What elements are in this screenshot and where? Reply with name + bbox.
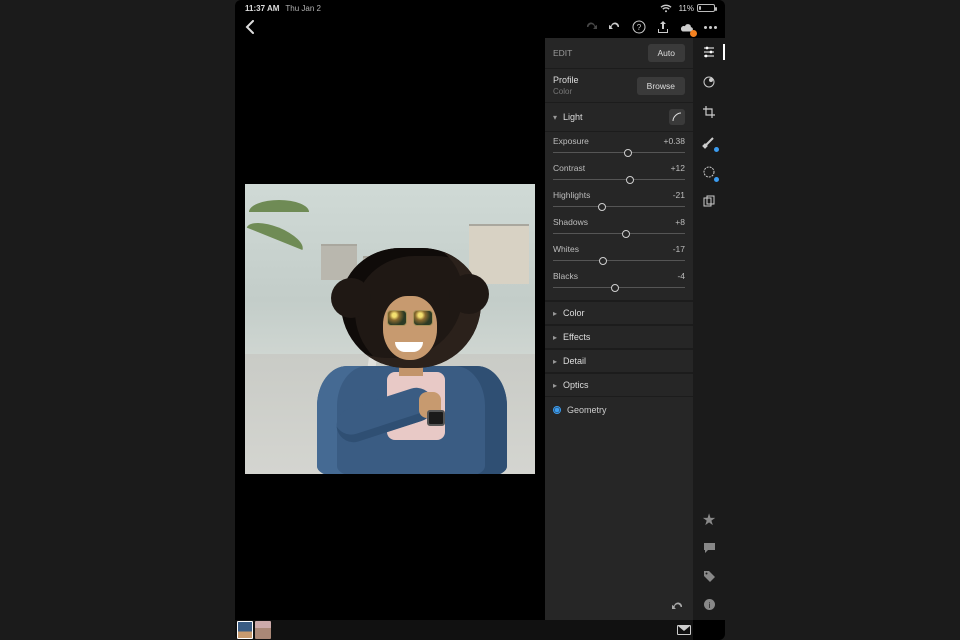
slider-value: -4 [677, 271, 685, 281]
chevron-down-icon: ▾ [553, 113, 557, 122]
slider-thumb[interactable] [611, 284, 619, 292]
undo-button[interactable] [608, 20, 622, 34]
back-button[interactable] [243, 20, 257, 34]
more-button[interactable] [704, 26, 717, 29]
workspace: EDIT Auto Profile Color Browse ▾ Light E… [235, 38, 693, 620]
filmstrip[interactable] [235, 620, 693, 640]
crop-tool[interactable] [701, 104, 717, 120]
chevron-right-icon: ▸ [553, 333, 557, 342]
edit-tool[interactable] [701, 44, 717, 60]
status-bar: 11:37 AM Thu Jan 2 11% [235, 0, 725, 16]
light-sliders: Exposure +0.38 Contrast +12 Highlights -21 Sha… [545, 132, 693, 301]
photo-canvas[interactable] [235, 38, 545, 620]
tool-rail: ★ i [693, 38, 725, 620]
edit-header-row: EDIT Auto [545, 38, 693, 69]
battery-fill [699, 6, 701, 10]
slider-label: Blacks [553, 271, 578, 281]
svg-text:?: ? [637, 23, 642, 32]
slider-highlights[interactable]: Highlights -21 [553, 190, 685, 211]
slider-value: +8 [675, 217, 685, 227]
slider-track[interactable] [553, 149, 685, 157]
panel-footer [545, 594, 693, 620]
slider-track[interactable] [553, 203, 685, 211]
reset-button[interactable] [671, 600, 685, 614]
rating-button[interactable]: ★ [701, 512, 717, 528]
slider-label: Highlights [553, 190, 590, 200]
status-time: 11:37 AM [245, 4, 279, 13]
versions-tool[interactable] [701, 194, 717, 210]
photo-preview [245, 184, 535, 474]
comments-button[interactable] [701, 540, 717, 556]
battery-indicator: 11% [679, 4, 715, 13]
share-button[interactable] [656, 20, 670, 34]
section-effects[interactable]: ▸ Effects [545, 325, 693, 349]
masking-tool[interactable] [701, 164, 717, 180]
filmstrip-thumb[interactable] [237, 621, 253, 639]
slider-contrast[interactable]: Contrast +12 [553, 163, 685, 184]
profile-row[interactable]: Profile Color Browse [545, 69, 693, 103]
slider-shadows[interactable]: Shadows +8 [553, 217, 685, 238]
svg-text:i: i [708, 601, 710, 610]
slider-value: +0.38 [663, 136, 685, 146]
slider-label: Contrast [553, 163, 585, 173]
slider-value: -17 [673, 244, 685, 254]
section-geometry[interactable]: Geometry [545, 397, 693, 423]
slider-exposure[interactable]: Exposure +0.38 [553, 136, 685, 157]
keywords-button[interactable] [701, 568, 717, 584]
chevron-right-icon: ▸ [553, 309, 557, 318]
healing-tool[interactable] [701, 134, 717, 150]
slider-thumb[interactable] [626, 176, 634, 184]
section-light[interactable]: ▾ Light [545, 103, 693, 132]
edit-label: EDIT [553, 48, 572, 58]
slider-value: -21 [673, 190, 685, 200]
battery-percent: 11% [679, 4, 694, 13]
slider-track[interactable] [553, 176, 685, 184]
slider-track[interactable] [553, 230, 685, 238]
battery-icon [697, 4, 715, 12]
presets-tool[interactable] [701, 74, 717, 90]
slider-blacks[interactable]: Blacks -4 [553, 271, 685, 292]
toolbar: ? [235, 16, 725, 38]
redo-button[interactable] [584, 20, 598, 34]
slider-thumb[interactable] [599, 257, 607, 265]
auto-button[interactable]: Auto [648, 44, 686, 62]
cloud-sync-button[interactable] [680, 20, 694, 34]
slider-thumb[interactable] [598, 203, 606, 211]
tool-badge [714, 177, 719, 182]
geometry-indicator-icon [553, 406, 561, 414]
section-detail[interactable]: ▸ Detail [545, 349, 693, 373]
filmstrip-thumb[interactable] [255, 621, 271, 639]
app-frame: 11:37 AM Thu Jan 2 11% ? [235, 0, 725, 640]
slider-label: Exposure [553, 136, 589, 146]
slider-whites[interactable]: Whites -17 [553, 244, 685, 265]
profile-value: Color [553, 87, 579, 96]
mail-icon[interactable] [677, 625, 691, 635]
tool-badge [714, 147, 719, 152]
section-optics[interactable]: ▸ Optics [545, 373, 693, 397]
help-button[interactable]: ? [632, 20, 646, 34]
slider-thumb[interactable] [622, 230, 630, 238]
section-color[interactable]: ▸ Color [545, 301, 693, 325]
chevron-right-icon: ▸ [553, 357, 557, 366]
slider-track[interactable] [553, 284, 685, 292]
profile-label: Profile Color [553, 75, 579, 96]
edit-panel: EDIT Auto Profile Color Browse ▾ Light E… [545, 38, 693, 620]
tone-curve-button[interactable] [669, 109, 685, 125]
slider-value: +12 [671, 163, 685, 173]
slider-label: Shadows [553, 217, 588, 227]
browse-profiles-button[interactable]: Browse [637, 77, 685, 95]
slider-track[interactable] [553, 257, 685, 265]
cloud-alert-badge [690, 30, 697, 37]
slider-thumb[interactable] [624, 149, 632, 157]
status-date: Thu Jan 2 [285, 4, 321, 13]
wifi-icon [659, 1, 673, 15]
info-button[interactable]: i [701, 596, 717, 612]
chevron-right-icon: ▸ [553, 381, 557, 390]
slider-label: Whites [553, 244, 579, 254]
